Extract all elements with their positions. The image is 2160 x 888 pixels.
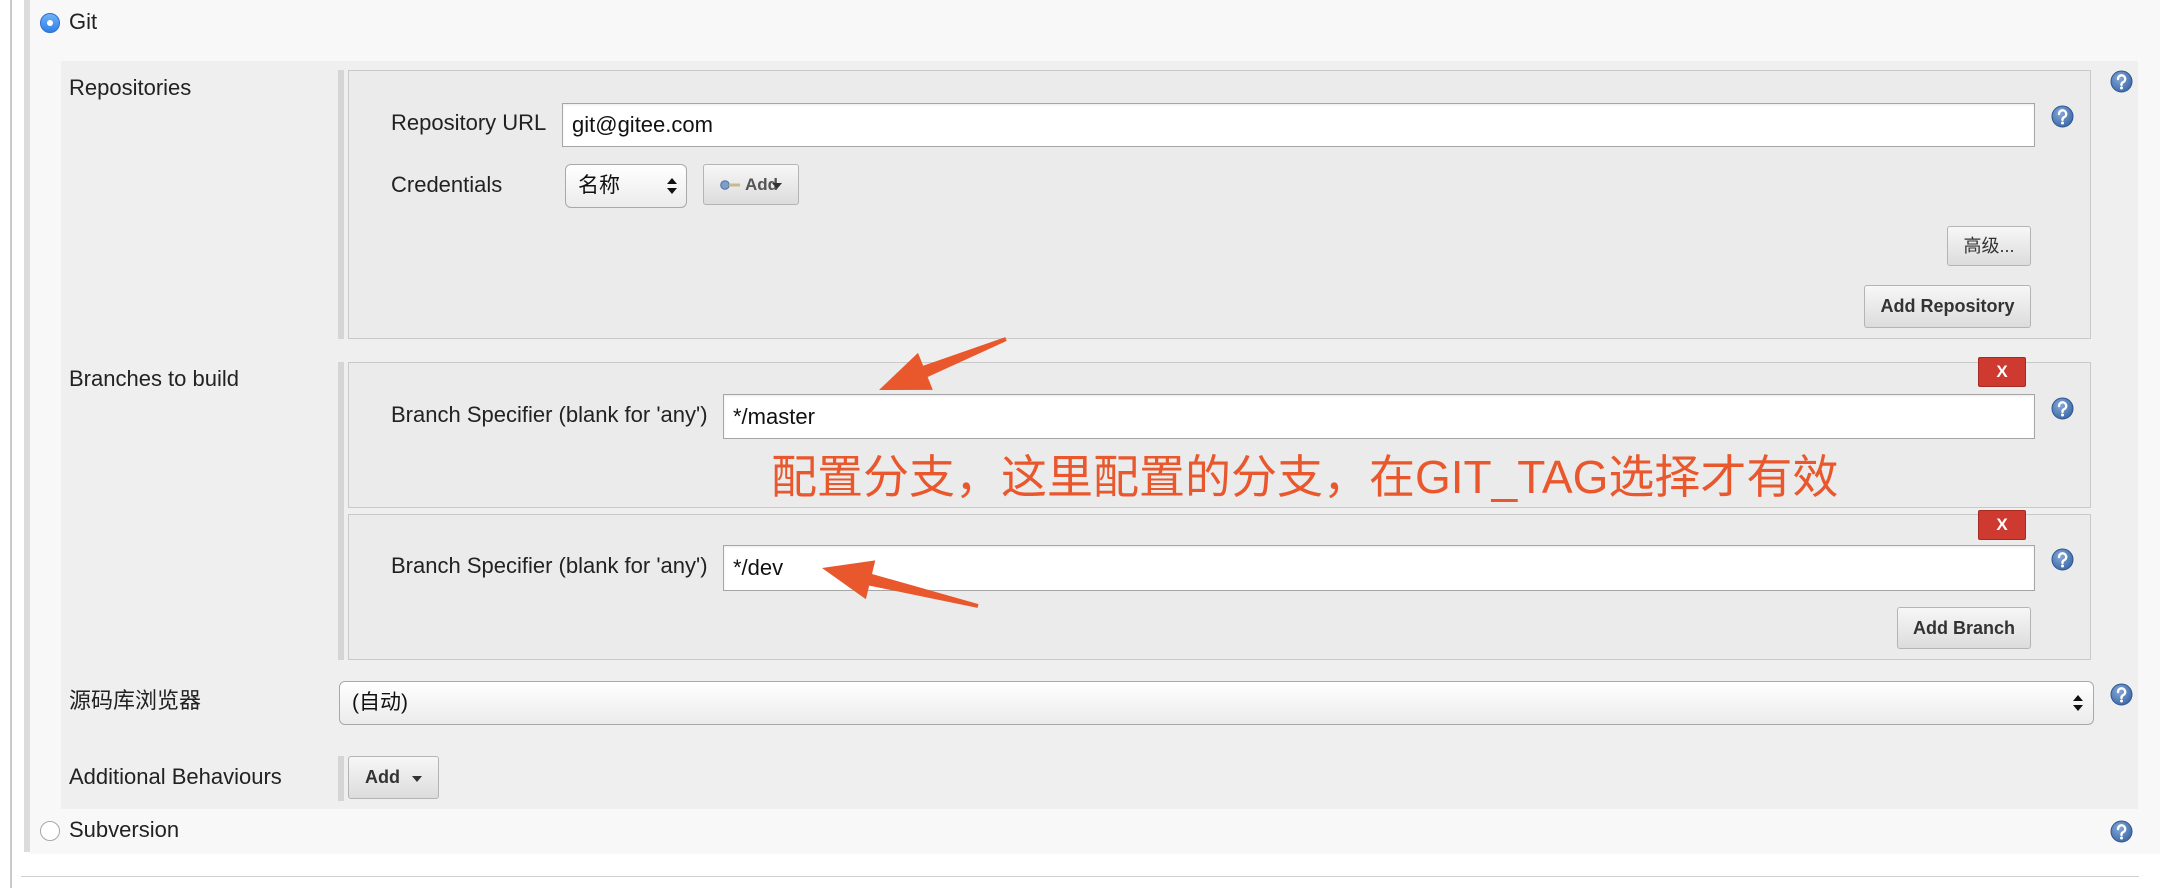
repositories-label: Repositories <box>69 75 192 100</box>
repository-browser-selected-value: (自动) <box>352 691 408 714</box>
help-icon[interactable] <box>2110 683 2133 706</box>
help-icon[interactable] <box>2051 397 2074 420</box>
branch-specifier-label: Branch Specifier (blank for 'any') <box>391 553 708 578</box>
git-radio[interactable] <box>40 13 60 33</box>
additional-behaviours-add-label: Add <box>365 767 400 787</box>
delete-branch-button[interactable]: X <box>1978 510 2026 540</box>
repository-browser-select[interactable]: (自动) <box>339 681 2094 725</box>
subversion-label[interactable]: Subversion <box>69 817 179 843</box>
additional-behaviours-bar <box>338 756 344 801</box>
subversion-radio[interactable] <box>40 821 60 841</box>
repository-browser-label: 源码库浏览器 <box>69 688 202 713</box>
repository-url-label: Repository URL <box>391 110 547 135</box>
branch-specifier-input[interactable] <box>723 545 2035 591</box>
git-label[interactable]: Git <box>69 9 97 35</box>
chevron-down-icon <box>772 182 783 189</box>
delete-branch-button[interactable]: X <box>1978 357 2026 387</box>
annotation-text: 配置分支，这里配置的分支，在GIT_TAG选择才有效 <box>771 451 1839 503</box>
help-icon[interactable] <box>2110 820 2133 843</box>
credentials-label: Credentials <box>391 172 503 197</box>
select-arrows-icon <box>2073 694 2083 712</box>
key-icon <box>720 179 740 190</box>
credentials-selected-value: 名称 <box>578 174 620 197</box>
credentials-select[interactable]: 名称 <box>565 164 687 208</box>
credentials-add-button[interactable]: Add <box>703 164 799 205</box>
divider <box>21 876 2139 877</box>
select-arrows-icon <box>667 177 677 195</box>
branch-specifier-label: Branch Specifier (blank for 'any') <box>391 402 708 427</box>
additional-behaviours-add-button[interactable]: Add <box>348 756 439 799</box>
branch-specifier-input[interactable] <box>723 394 2035 439</box>
repository-url-input[interactable] <box>562 103 2035 147</box>
help-icon[interactable] <box>2051 105 2074 128</box>
branches-label: Branches to build <box>69 366 239 391</box>
chevron-down-icon <box>412 775 422 782</box>
add-repository-button[interactable]: Add Repository <box>1864 285 2031 328</box>
help-icon[interactable] <box>2110 70 2133 93</box>
branches-bar <box>338 362 344 660</box>
page-border <box>10 0 12 888</box>
help-icon[interactable] <box>2051 548 2074 571</box>
advanced-button[interactable]: 高级... <box>1947 226 2031 266</box>
scm-left-bar <box>24 0 30 852</box>
repositories-bar <box>338 70 344 339</box>
add-branch-button[interactable]: Add Branch <box>1897 607 2031 649</box>
additional-behaviours-label: Additional Behaviours <box>69 764 282 789</box>
